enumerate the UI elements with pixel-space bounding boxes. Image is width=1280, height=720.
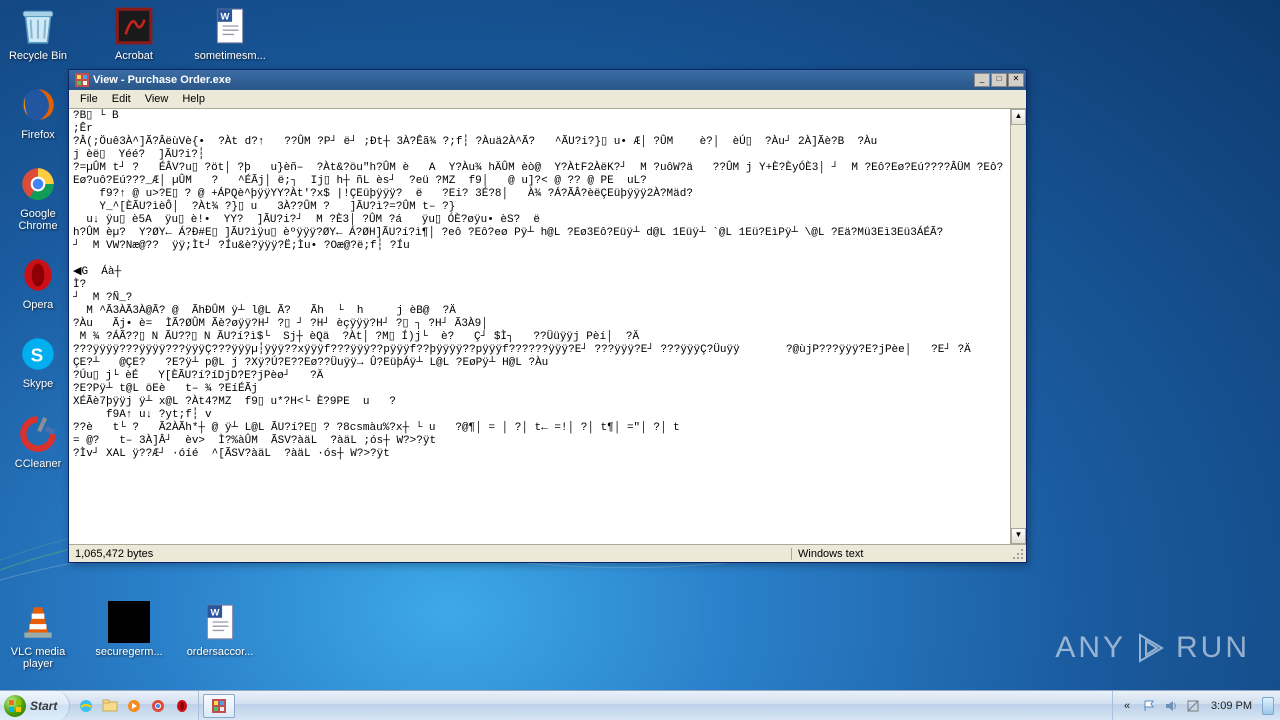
svg-text:W: W	[211, 608, 220, 619]
anyrun-watermark: ANY RUN	[1055, 631, 1250, 665]
scroll-down-button[interactable]: ▼	[1011, 528, 1026, 544]
firefox-icon[interactable]: Firefox	[5, 84, 71, 141]
label: VLC media player	[5, 646, 71, 670]
menu-view[interactable]: View	[138, 91, 176, 107]
tray-status-icon[interactable]	[1185, 698, 1201, 714]
system-tray: « 3:09 PM	[1112, 691, 1280, 720]
status-encoding: Windows text	[792, 548, 1012, 560]
chrome-icon[interactable]: Google Chrome	[5, 163, 71, 232]
svg-text:S: S	[31, 346, 44, 367]
ql-media-icon[interactable]	[124, 696, 144, 716]
show-desktop-button[interactable]	[1262, 697, 1274, 715]
svg-text:W: W	[221, 12, 230, 23]
text-viewer-content[interactable]: ?B▯ └ B ;Êr ?Â(;Öuê3À^]Ã?ÂëùVè{• ?Àt d?↑…	[69, 109, 1010, 544]
tray-volume-icon[interactable]	[1163, 698, 1179, 714]
acrobat-icon[interactable]: Acrobat	[101, 5, 167, 62]
minimize-button[interactable]: _	[974, 73, 990, 87]
taskbar: Start « 3:09 PM	[0, 690, 1280, 720]
ccleaner-icon[interactable]: CCleaner	[5, 413, 71, 470]
status-bytes: 1,065,472 bytes	[69, 548, 792, 560]
view-window: View - Purchase Order.exe _ □ ✕ File Edi…	[68, 69, 1027, 563]
scroll-up-button[interactable]: ▲	[1011, 109, 1026, 125]
close-button[interactable]: ✕	[1008, 73, 1024, 87]
label: Skype	[23, 378, 54, 390]
tray-flag-icon[interactable]	[1141, 698, 1157, 714]
ql-ie-icon[interactable]	[76, 696, 96, 716]
titlebar[interactable]: View - Purchase Order.exe _ □ ✕	[69, 70, 1026, 90]
start-button[interactable]: Start	[0, 691, 70, 720]
menu-file[interactable]: File	[73, 91, 105, 107]
menu-help[interactable]: Help	[175, 91, 212, 107]
label: sometimesm...	[194, 50, 266, 62]
app-icon	[75, 73, 89, 87]
scroll-track[interactable]	[1011, 125, 1026, 528]
ordersaccor-icon[interactable]: W ordersaccor...	[187, 601, 253, 670]
ql-opera-icon[interactable]	[172, 696, 192, 716]
label: securegerm...	[95, 646, 162, 658]
word-doc-1-icon[interactable]: W sometimesm...	[197, 5, 263, 62]
windows-orb-icon	[4, 695, 26, 717]
label: Acrobat	[115, 50, 153, 62]
menubar: File Edit View Help	[69, 90, 1026, 109]
label: Firefox	[21, 129, 55, 141]
desktop-icons-bottom: VLC media player securegerm... W ordersa…	[5, 601, 253, 670]
window-title: View - Purchase Order.exe	[93, 74, 973, 86]
taskbar-item-view[interactable]	[203, 694, 235, 718]
skype-icon[interactable]: S Skype	[5, 333, 71, 390]
vlc-icon[interactable]: VLC media player	[5, 601, 71, 670]
resize-grip-icon[interactable]	[1012, 548, 1026, 562]
securegerm-icon[interactable]: securegerm...	[96, 601, 162, 670]
opera-icon[interactable]: Opera	[5, 254, 71, 311]
statusbar: 1,065,472 bytes Windows text	[69, 544, 1026, 562]
ql-chrome-icon[interactable]	[148, 696, 168, 716]
vertical-scrollbar[interactable]: ▲ ▼	[1010, 109, 1026, 544]
label: Google Chrome	[5, 208, 71, 232]
maximize-button[interactable]: □	[991, 73, 1007, 87]
label: Recycle Bin	[9, 50, 67, 62]
tray-clock[interactable]: 3:09 PM	[1211, 700, 1252, 712]
taskbar-item-icon	[212, 699, 226, 713]
label: CCleaner	[15, 458, 61, 470]
label: ordersaccor...	[187, 646, 254, 658]
quick-launch	[70, 691, 199, 720]
tray-expand-icon[interactable]: «	[1119, 698, 1135, 714]
start-label: Start	[30, 699, 57, 713]
recycle-bin-icon[interactable]: Recycle Bin	[5, 5, 71, 62]
label: Opera	[23, 299, 54, 311]
menu-edit[interactable]: Edit	[105, 91, 138, 107]
ql-explorer-icon[interactable]	[100, 696, 120, 716]
